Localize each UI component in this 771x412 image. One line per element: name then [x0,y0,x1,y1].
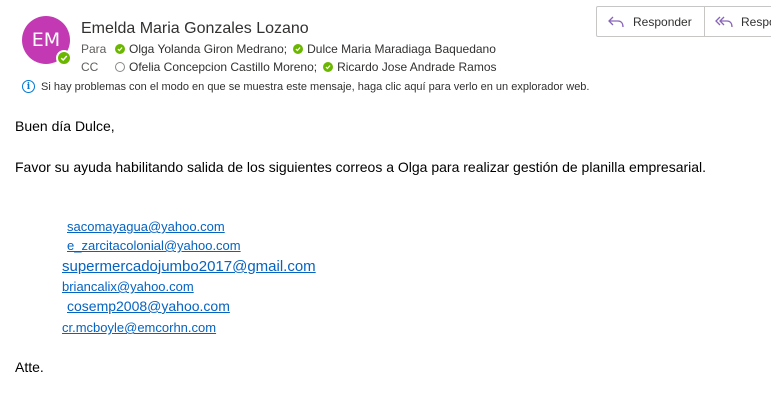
reply-label: Responder [633,14,692,29]
info-icon: i [22,80,35,93]
email-link[interactable]: cr.mcboyle@emcorhn.com [62,320,216,335]
recipient-name[interactable]: Ricardo Jose Andrade Ramos [337,60,496,74]
email-link[interactable]: e_zarcitacolonial@yahoo.com [67,238,241,253]
available-status-icon [115,44,125,54]
available-status-icon [293,44,304,54]
offline-status-icon [115,62,125,72]
cc-row: CC Ofelia Concepcion Castillo Moreno; Ri… [81,60,497,74]
greeting-text: Buen día Dulce, [15,118,115,134]
reply-all-label: Responder a todos [741,14,771,29]
info-bar[interactable]: i Si hay problemas con el modo en que se… [22,80,590,93]
reply-all-arrow-icon [715,16,733,27]
recipient-name[interactable]: Ofelia Concepcion Castillo Moreno; [129,60,317,74]
to-row: Para Olga Yolanda Giron Medrano; Dulce M… [81,42,496,56]
recipient-name[interactable]: Dulce Maria Maradiaga Baquedano [307,42,496,56]
sender-name[interactable]: Emelda Maria Gonzales Lozano [81,20,309,38]
email-link[interactable]: cosemp2008@yahoo.com [67,298,230,314]
available-status-icon [56,50,72,66]
reply-arrow-icon [608,16,624,27]
reply-button[interactable]: Responder [596,6,705,37]
recipient-name[interactable]: Olga Yolanda Giron Medrano; [129,42,287,56]
available-status-icon [323,62,334,72]
reply-toolbar: Responder Responder a todos [596,6,771,37]
signoff-text: Atte. [15,359,44,375]
avatar-initials: EM [31,29,61,51]
email-link[interactable]: briancalix@yahoo.com [62,279,194,294]
to-label: Para [81,42,107,56]
request-text: Favor su ayuda habilitando salida de los… [15,159,707,175]
info-bar-text: Si hay problemas con el modo en que se m… [41,80,590,93]
email-link[interactable]: sacomayagua@yahoo.com [67,219,225,234]
reply-all-button[interactable]: Responder a todos [705,6,771,37]
cc-label: CC [81,60,99,74]
email-link[interactable]: supermercadojumbo2017@gmail.com [62,258,316,275]
